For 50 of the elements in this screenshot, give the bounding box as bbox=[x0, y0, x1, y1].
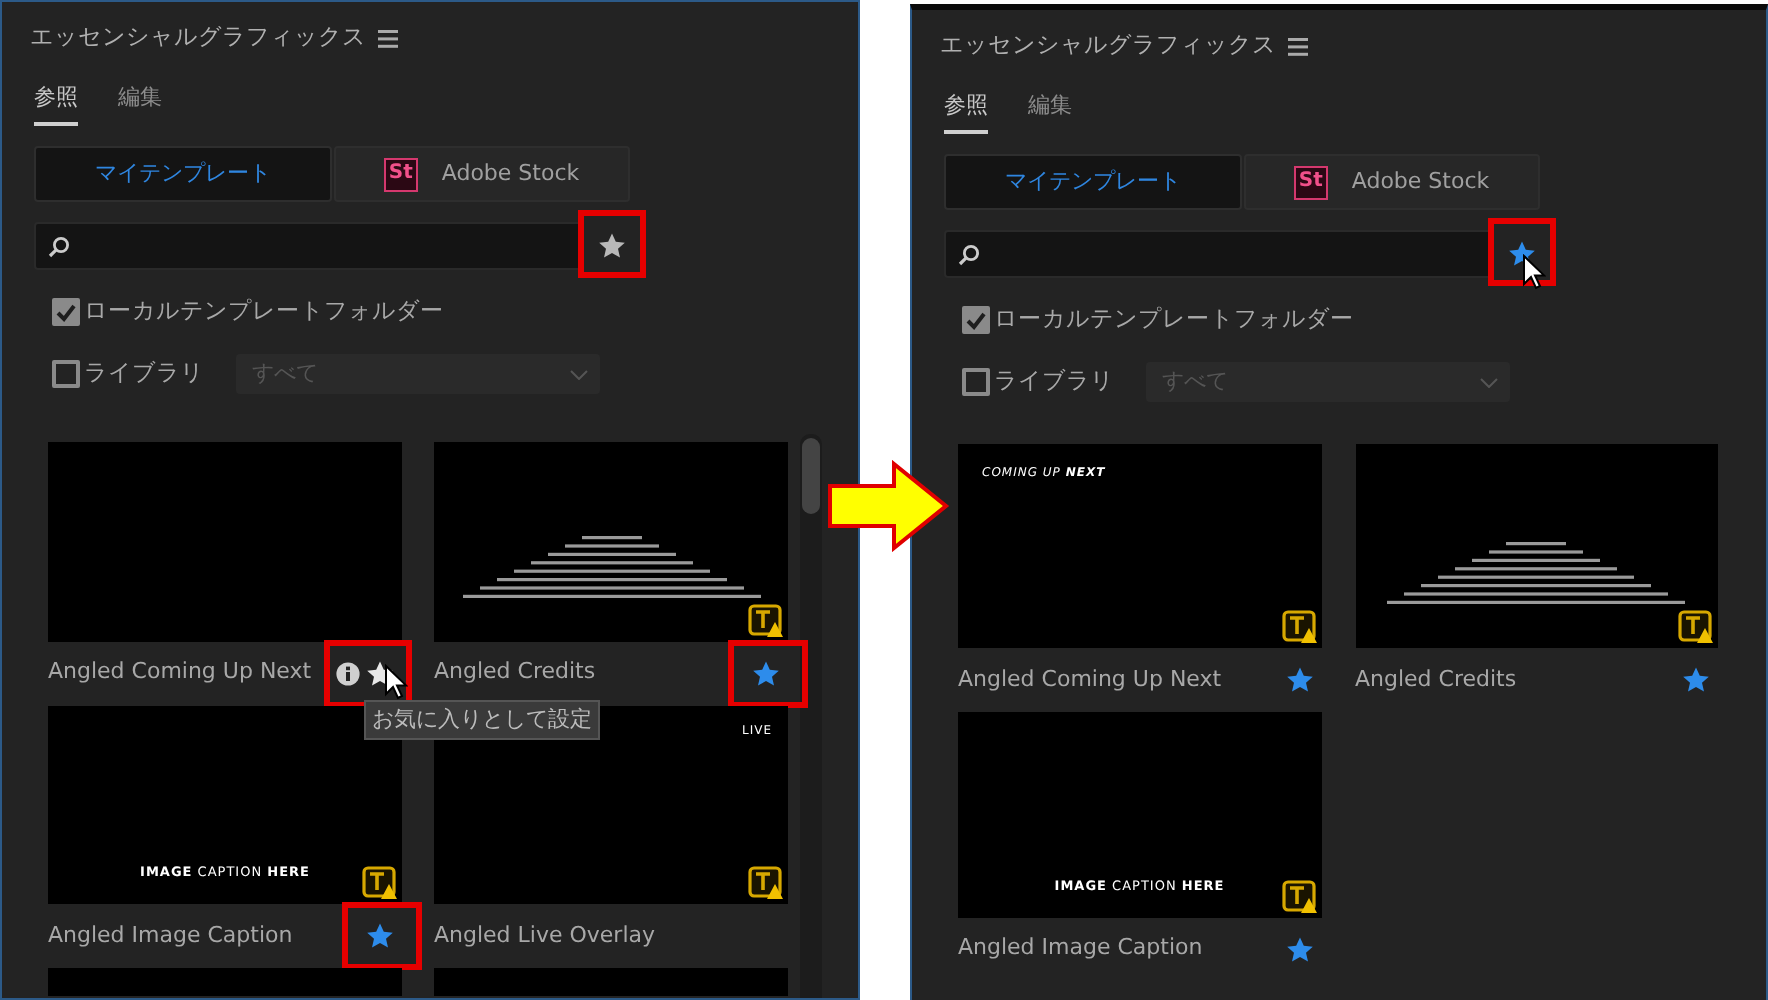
search-field[interactable] bbox=[944, 230, 1492, 278]
favorite-star-icon[interactable] bbox=[1285, 935, 1313, 964]
favorite-star-icon[interactable] bbox=[366, 922, 394, 951]
template-name: Angled Coming Up Next bbox=[958, 664, 1222, 697]
checkbox[interactable] bbox=[962, 306, 990, 334]
scrollbar[interactable] bbox=[800, 434, 822, 998]
template-name: Angled Live Overlay bbox=[434, 919, 656, 952]
tab[interactable]: 参照 bbox=[34, 82, 78, 126]
check-icon bbox=[966, 311, 986, 329]
info-icon[interactable] bbox=[336, 661, 360, 686]
thumbnail[interactable] bbox=[48, 442, 402, 642]
menu-icon[interactable] bbox=[1288, 37, 1308, 55]
checkbox-label: ライブラリ bbox=[994, 364, 1114, 399]
source-tab[interactable]: マイテンプレート bbox=[34, 146, 331, 202]
template-name: Angled Credits bbox=[1355, 664, 1517, 697]
favorite-star-icon[interactable] bbox=[1682, 666, 1710, 695]
menu-icon[interactable] bbox=[378, 29, 398, 47]
tab[interactable]: 編集 bbox=[118, 82, 162, 126]
tab[interactable]: 参照 bbox=[944, 90, 988, 134]
stock-logo: St bbox=[383, 157, 418, 191]
source-tab[interactable]: St Adobe Stock bbox=[1243, 154, 1540, 210]
template-name: Angled Image Caption bbox=[958, 932, 1203, 965]
search-icon bbox=[48, 235, 70, 257]
stock-logo: St bbox=[1293, 165, 1328, 199]
chevron-down-icon bbox=[570, 369, 588, 379]
mouse-pointer-icon bbox=[384, 663, 408, 700]
chevron-down-icon bbox=[1480, 377, 1498, 387]
search-icon bbox=[958, 243, 980, 265]
star-icon bbox=[598, 232, 626, 260]
checkbox-label: ローカルテンプレートフォルダー bbox=[84, 294, 444, 329]
thumbnail[interactable] bbox=[434, 442, 788, 642]
template-name: Angled Coming Up Next bbox=[48, 656, 312, 689]
checkbox-label: ライブラリ bbox=[84, 356, 204, 391]
search-field[interactable] bbox=[34, 222, 582, 270]
tab[interactable]: 編集 bbox=[1028, 90, 1072, 134]
panel-title: エッセンシャルグラフィックス bbox=[30, 20, 366, 55]
panel-title: エッセンシャルグラフィックス bbox=[940, 28, 1276, 63]
favorite-star-icon[interactable] bbox=[752, 659, 780, 688]
checkbox-label: ローカルテンプレートフォルダー bbox=[994, 302, 1354, 337]
tooltip: お気に入りとして設定 bbox=[364, 699, 600, 741]
check-icon bbox=[56, 303, 76, 321]
template-name: Angled Image Caption bbox=[48, 919, 293, 952]
source-tab[interactable]: マイテンプレート bbox=[944, 154, 1241, 210]
scrollbar-thumb[interactable] bbox=[802, 438, 820, 514]
template-name: Angled Credits bbox=[434, 656, 596, 689]
checkbox[interactable] bbox=[52, 298, 80, 326]
arrow-drawing bbox=[826, 460, 950, 552]
thumbnail[interactable] bbox=[1355, 444, 1718, 649]
source-tab[interactable]: St Adobe Stock bbox=[333, 146, 630, 202]
favorite-star-icon[interactable] bbox=[1285, 666, 1313, 695]
